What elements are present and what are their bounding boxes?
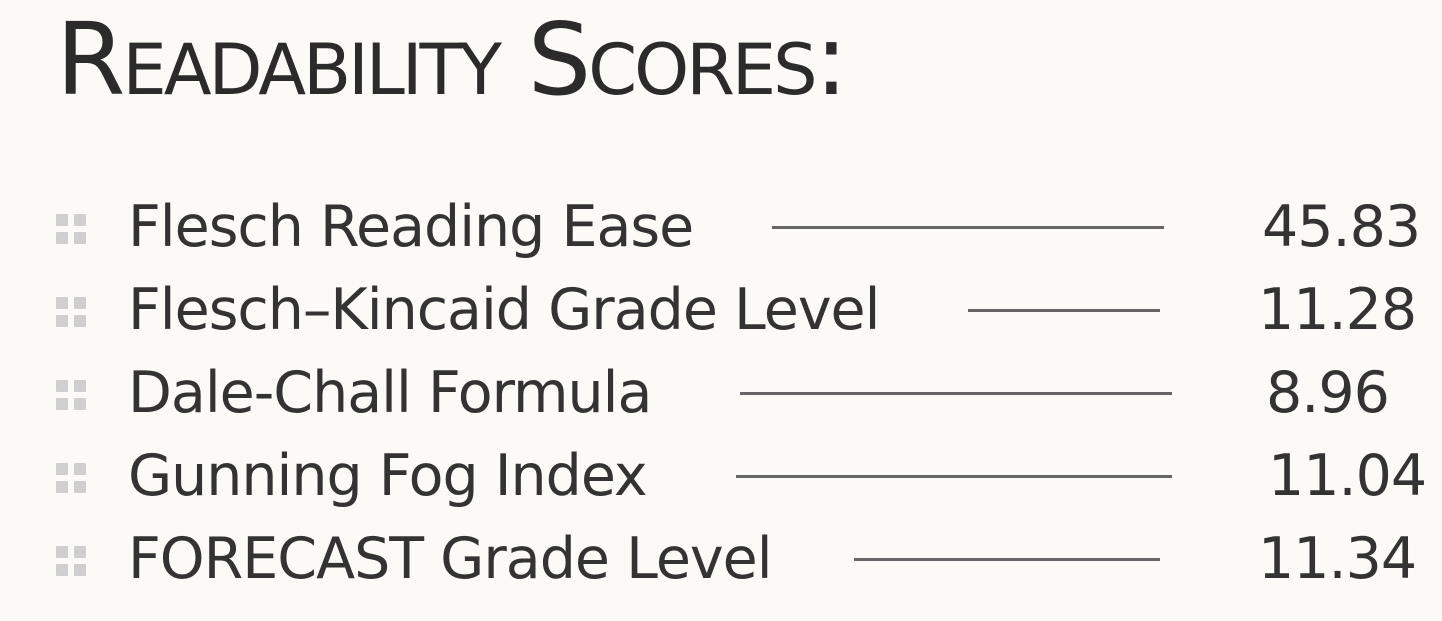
score-label: FORECAST Grade Level xyxy=(128,526,773,592)
score-row-forecast: FORECAST Grade Level 11.34 xyxy=(0,517,1442,599)
score-row-dale-chall: Dale-Chall Formula 8.96 xyxy=(0,351,1442,433)
score-label: Flesch Reading Ease xyxy=(128,194,694,260)
drag-handle-icon[interactable] xyxy=(54,544,90,580)
leader-line xyxy=(968,309,1160,312)
leader-line xyxy=(772,226,1164,229)
score-label: Flesch–Kincaid Grade Level xyxy=(128,277,880,343)
score-value: 11.28 xyxy=(1258,277,1417,343)
score-row-gunning-fog: Gunning Fog Index 11.04 xyxy=(0,434,1442,516)
score-value: 45.83 xyxy=(1262,194,1421,260)
score-row-flesch-reading-ease: Flesch Reading Ease 45.83 xyxy=(0,185,1442,267)
score-value: 11.04 xyxy=(1268,443,1427,509)
score-label: Dale-Chall Formula xyxy=(128,360,652,426)
drag-handle-icon[interactable] xyxy=(54,461,90,497)
drag-handle-icon[interactable] xyxy=(54,378,90,414)
drag-handle-icon[interactable] xyxy=(54,295,90,331)
leader-line xyxy=(854,558,1160,561)
page-title: Readability Scores: xyxy=(56,1,848,118)
leader-line xyxy=(740,392,1172,395)
drag-handle-icon[interactable] xyxy=(54,212,90,248)
score-label: Gunning Fog Index xyxy=(128,443,648,509)
score-value: 8.96 xyxy=(1266,360,1390,426)
score-row-flesch-kincaid: Flesch–Kincaid Grade Level 11.28 xyxy=(0,268,1442,350)
leader-line xyxy=(736,475,1172,478)
score-value: 11.34 xyxy=(1258,526,1417,592)
